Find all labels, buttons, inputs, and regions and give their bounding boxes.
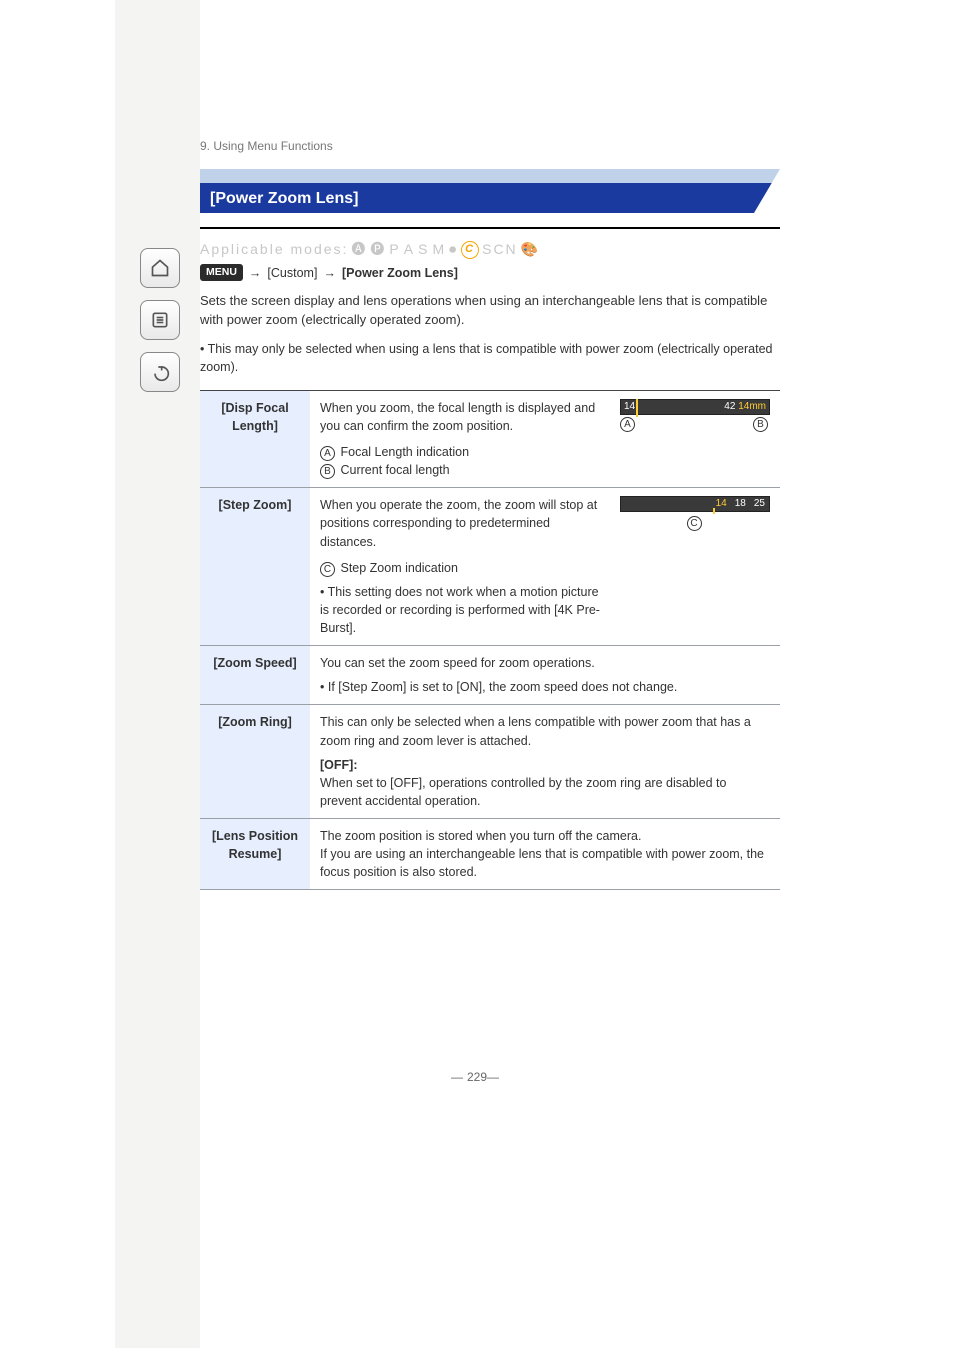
arrow-icon: → xyxy=(249,264,262,282)
legend-c-icon: C xyxy=(320,562,335,577)
legend-b-icon: B xyxy=(320,464,335,479)
menu-target: [Power Zoom Lens] xyxy=(342,264,458,282)
table-row: [Disp Focal Length] When you zoom, the f… xyxy=(200,390,780,488)
legend-c-text: Step Zoom indication xyxy=(340,561,457,575)
opt-note: • If [Step Zoom] is set to [ON], the zoo… xyxy=(320,678,770,696)
custom-mode-icon: C xyxy=(461,241,479,259)
focal-length-graphic: 14 42 14mm A B xyxy=(620,399,770,480)
side-nav xyxy=(140,248,180,392)
fl-max: 42 xyxy=(724,401,735,412)
section-title: [Power Zoom Lens] xyxy=(210,187,358,210)
table-row: [Lens Position Resume] The zoom position… xyxy=(200,819,780,890)
back-icon xyxy=(150,362,170,382)
menu-path: MENU → [Custom] → [Power Zoom Lens] xyxy=(200,264,780,282)
opt-label: [Step Zoom] xyxy=(200,488,310,646)
main-content: 9. Using Menu Functions [Power Zoom Lens… xyxy=(200,0,780,890)
step-val-0: 14 xyxy=(716,497,727,512)
opt-note: • This setting does not work when a moti… xyxy=(320,583,608,637)
breadcrumb: 9. Using Menu Functions xyxy=(200,138,780,155)
home-icon xyxy=(150,258,170,278)
opt-label: [Zoom Ring] xyxy=(200,705,310,819)
legend-a-icon: A xyxy=(320,446,335,461)
opt-desc: This can only be selected when a lens co… xyxy=(320,713,770,749)
section-title-bar: [Power Zoom Lens] xyxy=(200,169,780,213)
home-button[interactable] xyxy=(140,248,180,288)
step-val-1: 18 xyxy=(735,497,746,512)
legend-c-icon: C xyxy=(687,516,702,531)
step-zoom-graphic: 14 18 25 C xyxy=(620,496,770,637)
legend-b-text: Current focal length xyxy=(340,463,449,477)
applicable-modes: Applicable modes: 🅐🅟PASM⏺ C SCN🎨 xyxy=(200,239,780,259)
menu-custom: [Custom] xyxy=(267,264,317,282)
opt-label: [Lens Position Resume] xyxy=(200,819,310,890)
fl-current: 14 xyxy=(738,401,749,412)
table-row: [Step Zoom] When you operate the zoom, t… xyxy=(200,488,780,646)
step-val-2: 25 xyxy=(754,497,765,512)
opt-desc: When you zoom, the focal length is displ… xyxy=(320,399,608,435)
opt-label: [Disp Focal Length] xyxy=(200,390,310,488)
legend-a-text: Focal Length indication xyxy=(340,445,469,459)
opt-label: [Zoom Speed] xyxy=(200,646,310,705)
list-icon xyxy=(150,310,170,330)
legend-a-icon: A xyxy=(620,417,635,432)
intro-note: • This may only be selected when using a… xyxy=(200,340,780,376)
opt-desc: The zoom position is stored when you tur… xyxy=(320,827,770,845)
intro-text: Sets the screen display and lens operati… xyxy=(200,292,780,330)
opt-desc-off: When set to [OFF], operations controlled… xyxy=(320,774,770,810)
arrow-icon: → xyxy=(323,264,336,282)
sidebar-bg xyxy=(115,0,200,1348)
off-label: [OFF]: xyxy=(320,758,357,772)
opt-desc: You can set the zoom speed for zoom oper… xyxy=(320,654,770,672)
table-row: [Zoom Speed] You can set the zoom speed … xyxy=(200,646,780,705)
opt-desc-extra: If you are using an interchangeable lens… xyxy=(320,845,770,881)
toc-button[interactable] xyxy=(140,300,180,340)
legend-b-icon: B xyxy=(753,417,768,432)
table-row: [Zoom Ring] This can only be selected wh… xyxy=(200,705,780,819)
menu-label: MENU xyxy=(200,264,243,281)
fl-unit: mm xyxy=(749,401,766,412)
fl-min: 14 xyxy=(624,400,635,415)
page-number: —229— xyxy=(451,1069,503,1086)
opt-desc: When you operate the zoom, the zoom will… xyxy=(320,496,608,550)
divider xyxy=(200,227,780,229)
back-button[interactable] xyxy=(140,352,180,392)
options-table: [Disp Focal Length] When you zoom, the f… xyxy=(200,390,780,891)
